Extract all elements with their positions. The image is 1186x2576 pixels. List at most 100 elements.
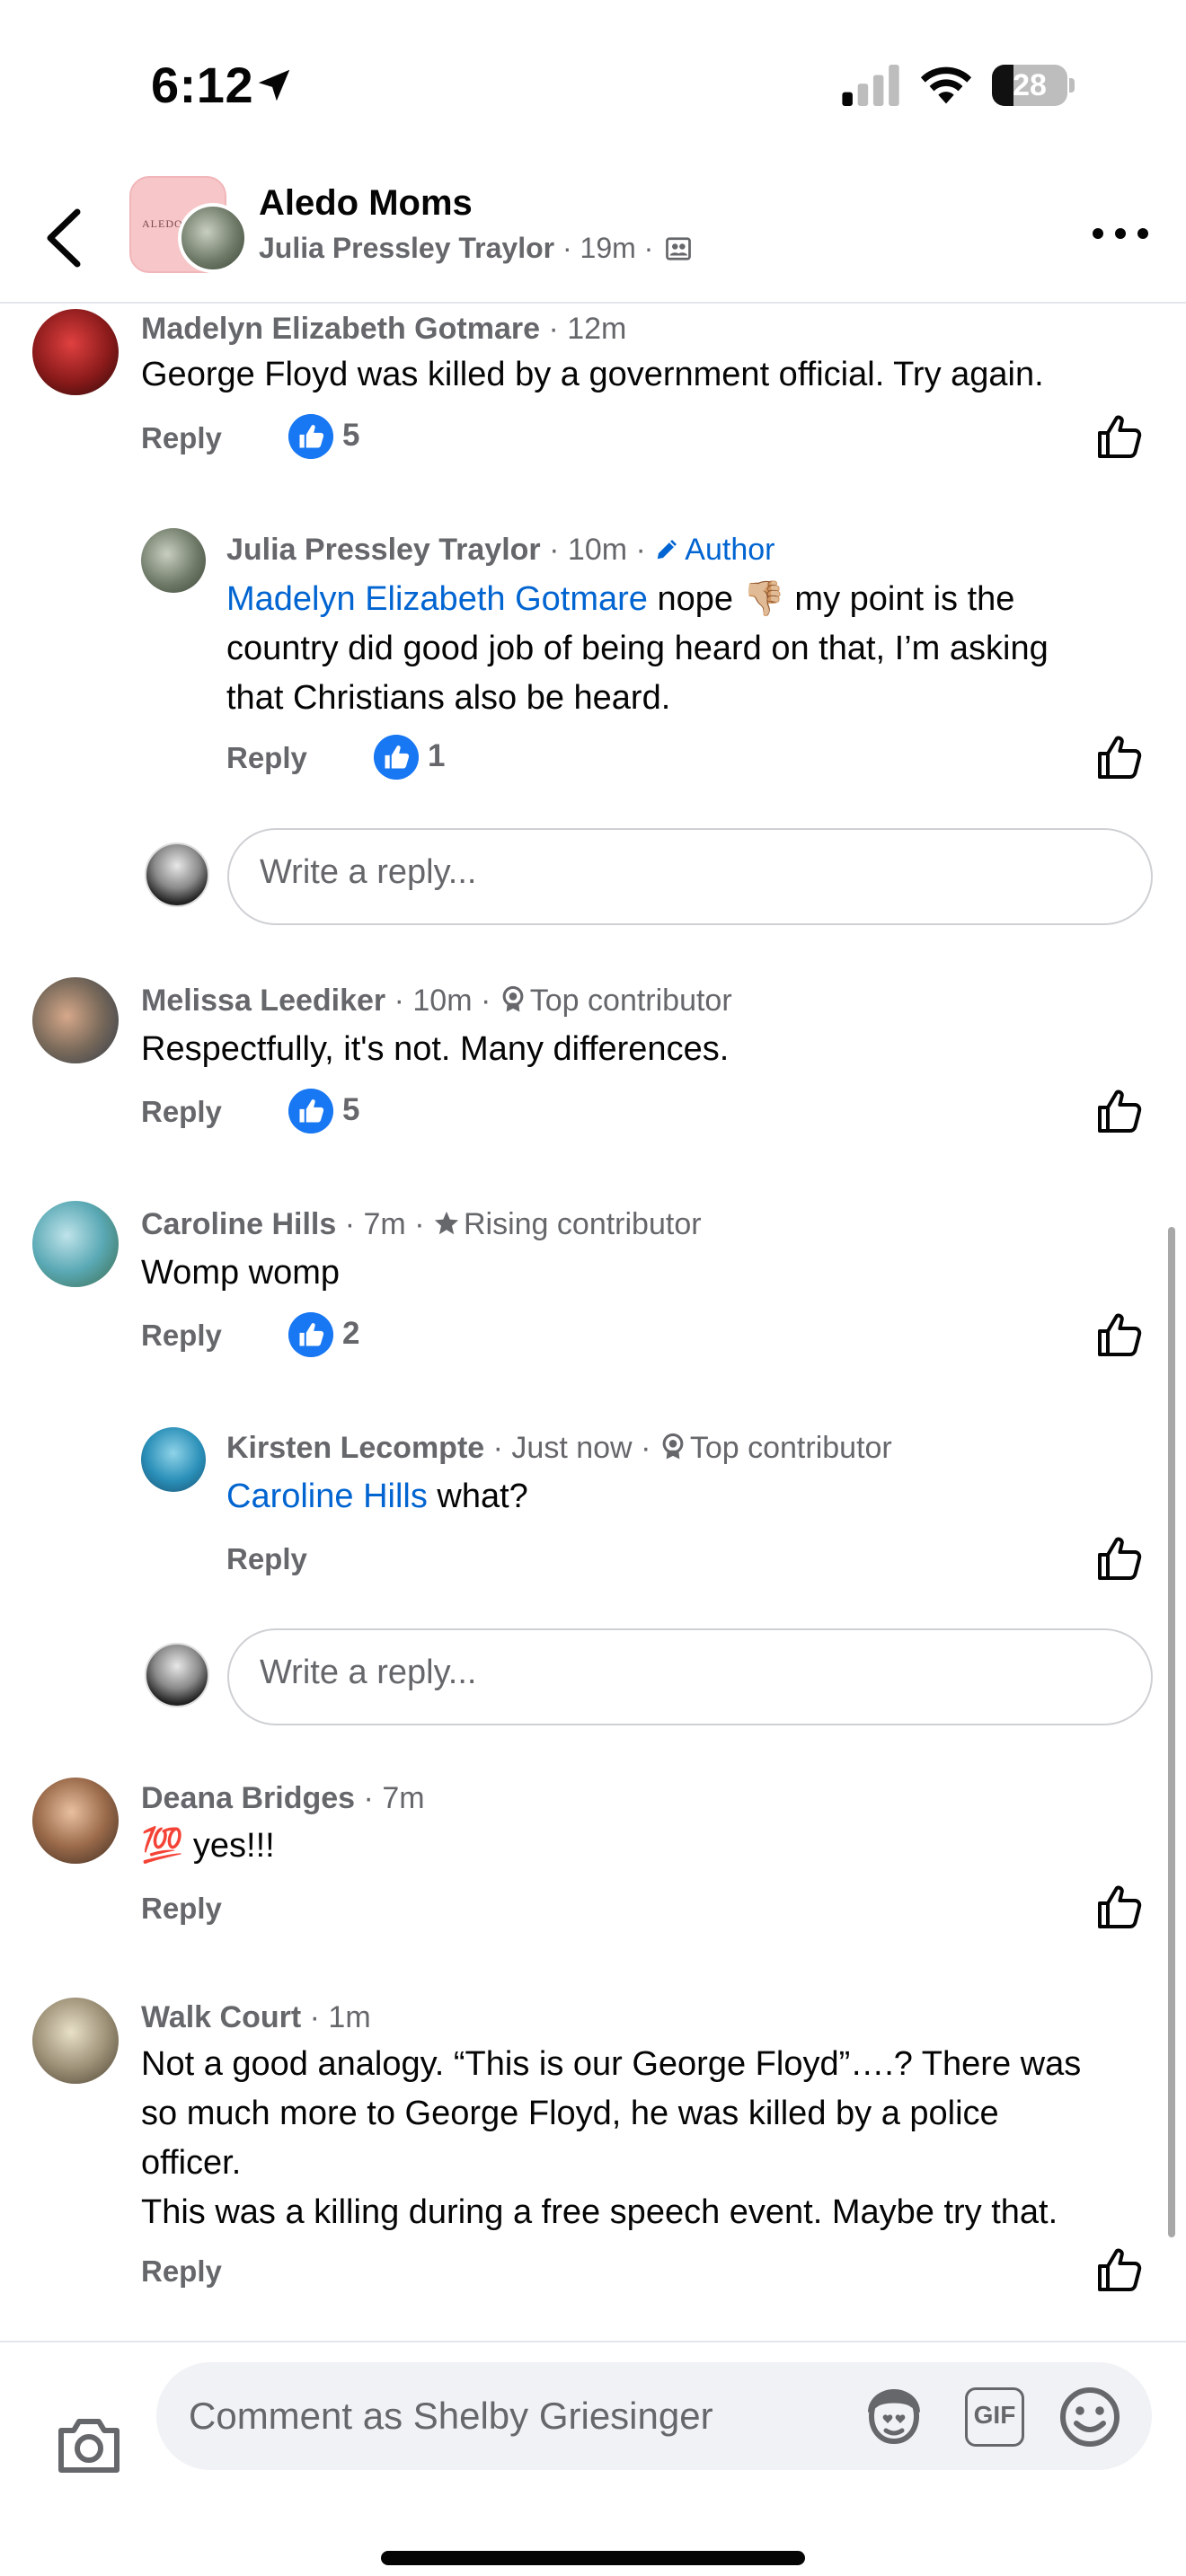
comment-meta: Madelyn Elizabeth Gotmare · 12m <box>141 312 627 346</box>
like-icon[interactable] <box>1096 413 1143 460</box>
avatar[interactable] <box>141 528 206 593</box>
like-icon[interactable] <box>1096 734 1143 781</box>
reaction-summary[interactable]: 5 <box>288 414 387 459</box>
comment-text: George Floyd was killed by a government … <box>141 356 1044 393</box>
badge-icon <box>502 985 524 1012</box>
like-reaction-icon <box>288 1089 333 1134</box>
reply-button[interactable]: Reply <box>141 421 222 455</box>
comment-meta: Julia Pressley Traylor · 10m · Author <box>226 533 775 567</box>
comment-text: Not a good analogy. “This is our George … <box>141 2045 1082 2231</box>
wifi-icon <box>920 66 972 104</box>
comment-text: 💯 yes!!! <box>141 1827 275 1865</box>
comment-time: 10m <box>567 533 628 567</box>
avatar[interactable] <box>32 1778 119 1864</box>
star-icon <box>434 1211 459 1235</box>
comment-input-container[interactable]: GIF <box>156 2362 1152 2470</box>
comment-time: 1m <box>328 2000 371 2034</box>
avatar[interactable] <box>32 1998 119 2084</box>
commenter-name[interactable]: Kirsten Lecompte <box>226 1431 484 1465</box>
comment-time: Just now <box>511 1431 633 1465</box>
comment-meta: Kirsten Lecompte · Just now · Top contri… <box>226 1431 892 1465</box>
reply-box[interactable] <box>227 1628 1153 1725</box>
reaction-count: 5 <box>342 1092 360 1127</box>
mention-link[interactable]: Madelyn Elizabeth Gotmare <box>226 580 648 618</box>
comment-meta: Walk Court · 1m <box>141 2000 371 2034</box>
avatar[interactable] <box>32 309 119 395</box>
like-reaction-icon <box>288 1312 333 1357</box>
camera-icon[interactable] <box>56 2416 122 2475</box>
back-arrow-icon[interactable] <box>41 207 86 269</box>
comment-time: 10m <box>412 984 473 1018</box>
like-icon[interactable] <box>1096 2246 1143 2293</box>
like-reaction-icon <box>288 414 333 459</box>
reaction-count: 2 <box>342 1316 360 1351</box>
commenter-name[interactable]: Melissa Leediker <box>141 984 385 1018</box>
reply-input[interactable] <box>260 853 1090 892</box>
reply-button[interactable]: Reply <box>141 2254 222 2289</box>
comment-time: 12m <box>567 312 627 346</box>
like-icon[interactable] <box>1096 1883 1143 1930</box>
reaction-summary[interactable]: 2 <box>288 1312 387 1357</box>
scrollbar[interactable] <box>1168 1227 1175 2237</box>
like-icon[interactable] <box>1096 1311 1143 1358</box>
group-avatar-logo-text: ALEDO <box>142 217 183 230</box>
commenter-name[interactable]: Julia Pressley Traylor <box>226 533 541 567</box>
reply-button[interactable]: Reply <box>226 741 307 775</box>
post-subtitle: Julia Pressley Traylor · 19m · <box>259 232 692 265</box>
commenter-name[interactable]: Madelyn Elizabeth Gotmare <box>141 312 540 346</box>
reply-input[interactable] <box>260 1654 1090 1692</box>
comment-time: 7m <box>363 1207 406 1241</box>
reaction-summary[interactable]: 5 <box>288 1089 387 1134</box>
contributor-badge: Rising contributor <box>433 1207 702 1241</box>
cellular-signal-icon <box>842 65 899 106</box>
pencil-icon <box>658 540 677 560</box>
reply-button[interactable]: Reply <box>141 1319 222 1353</box>
post-author[interactable]: Julia Pressley Traylor <box>259 232 554 264</box>
author-avatar[interactable] <box>178 203 248 273</box>
comment-composer: GIF <box>0 2341 1186 2576</box>
comment-meta: Caroline Hills · 7m · Rising contributor <box>141 1207 702 1241</box>
comment-text: Madelyn Elizabeth Gotmare nope 👎🏼 my poi… <box>226 580 1049 717</box>
privacy-group-icon <box>666 237 692 260</box>
my-avatar <box>145 1643 209 1707</box>
battery-level: 28 <box>1013 68 1047 102</box>
status-time: 6:12 <box>151 57 254 113</box>
like-reaction-icon <box>374 735 419 780</box>
commenter-name[interactable]: Deana Bridges <box>141 1781 355 1815</box>
comment-time: 7m <box>382 1781 425 1815</box>
reaction-summary[interactable]: 1 <box>374 735 473 780</box>
comment-meta: Melissa Leediker · 10m · Top contributor <box>141 984 732 1018</box>
reaction-count: 1 <box>428 738 446 773</box>
comment-text: Respectfully, it's not. Many differences… <box>141 1030 730 1068</box>
emoji-icon[interactable] <box>1058 2386 1121 2448</box>
comment-input[interactable] <box>189 2395 818 2438</box>
avatar[interactable] <box>32 1201 119 1287</box>
home-indicator <box>381 2551 805 2565</box>
comment-meta: Deana Bridges · 7m <box>141 1781 425 1815</box>
reply-button[interactable]: Reply <box>226 1542 307 1576</box>
gif-icon[interactable]: GIF <box>965 2387 1024 2447</box>
avatar[interactable] <box>141 1427 206 1492</box>
badge-icon <box>662 1433 684 1460</box>
author-badge: Author <box>654 533 774 567</box>
contributor-badge: Top contributor <box>500 984 732 1018</box>
battery-indicator: 28 <box>992 65 1075 106</box>
post-header: ALEDO Aledo Moms Julia Pressley Traylor … <box>0 171 1186 304</box>
mention-link[interactable]: Caroline Hills <box>226 1478 428 1515</box>
commenter-name[interactable]: Caroline Hills <box>141 1207 336 1241</box>
avatar-sticker-icon[interactable] <box>863 2387 925 2447</box>
contributor-badge: Top contributor <box>659 1431 892 1465</box>
like-icon[interactable] <box>1096 1535 1143 1582</box>
comment-text: Womp womp <box>141 1254 341 1292</box>
avatar[interactable] <box>32 977 119 1063</box>
like-icon[interactable] <box>1096 1088 1143 1134</box>
more-icon[interactable] <box>1091 223 1150 244</box>
reply-box[interactable] <box>227 828 1153 925</box>
location-arrow-icon <box>258 69 290 101</box>
status-bar: 6:12 28 <box>0 0 1186 171</box>
comment-text: Caroline Hills what? <box>226 1478 528 1515</box>
reply-button[interactable]: Reply <box>141 1095 222 1129</box>
group-name[interactable]: Aledo Moms <box>259 183 473 224</box>
reply-button[interactable]: Reply <box>141 1892 222 1926</box>
commenter-name[interactable]: Walk Court <box>141 2000 301 2034</box>
